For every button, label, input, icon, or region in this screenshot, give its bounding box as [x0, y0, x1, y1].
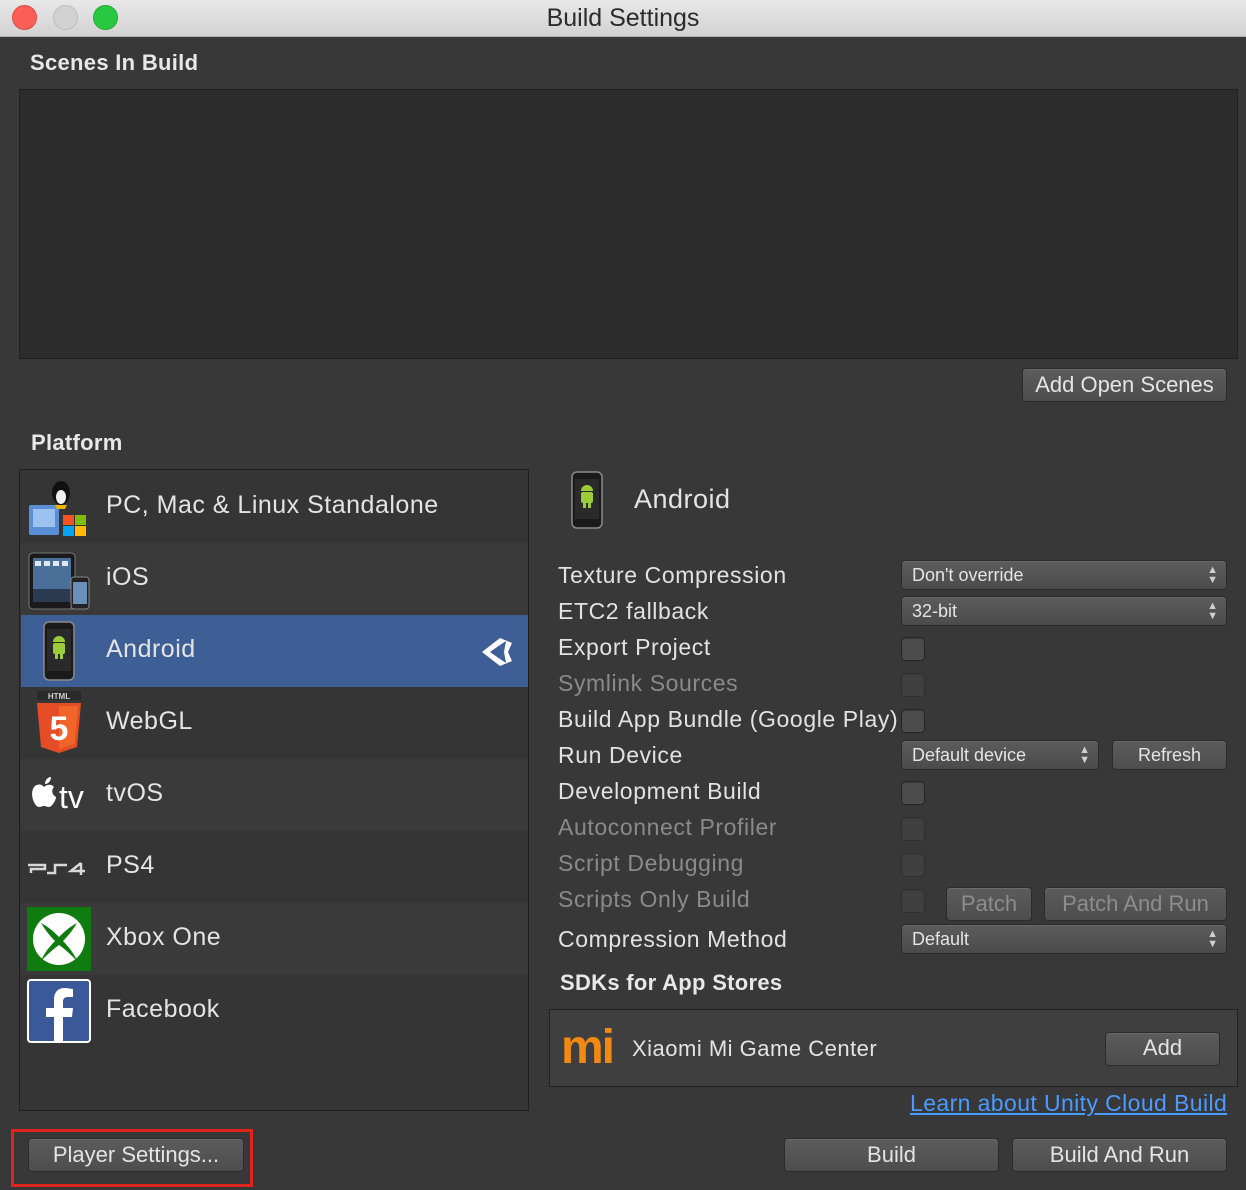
platform-label: Platform [31, 430, 123, 455]
compression-method-label: Compression Method [558, 926, 788, 952]
autoconnect-profiler-label: Autoconnect Profiler [558, 814, 778, 840]
development-build-checkbox[interactable] [901, 781, 925, 805]
dropdown-arrows-icon: ▲ ▼ [1207, 928, 1218, 950]
compression-method-value: Default [912, 929, 970, 949]
add-sdk-button[interactable]: Add [1105, 1032, 1220, 1066]
platform-item-facebook[interactable]: Facebook [21, 975, 528, 1047]
texture-compression-label: Texture Compression [558, 562, 787, 588]
android-phone-icon [43, 621, 75, 681]
ps4-logo-icon [28, 862, 85, 875]
texture-compression-value: Don't override [912, 565, 1024, 585]
xiaomi-sdk-name: Xiaomi Mi Game Center [632, 1036, 878, 1061]
build-app-bundle-label: Build App Bundle (Google Play) [558, 706, 899, 732]
pc-mac-linux-icon [29, 481, 86, 536]
xiaomi-logo-icon: mi [561, 1021, 615, 1074]
android-header-icon [571, 471, 603, 529]
run-device-label: Run Device [558, 742, 683, 768]
patch-button[interactable]: Patch [946, 887, 1032, 921]
autoconnect-profiler-checkbox[interactable] [901, 817, 925, 841]
platform-label-standalone: PC, Mac & Linux Standalone [106, 491, 439, 519]
platform-label-facebook: Facebook [106, 995, 220, 1023]
sdks-label: SDKs for App Stores [560, 970, 783, 995]
platform-label-android: Android [106, 635, 196, 663]
script-debugging-checkbox[interactable] [901, 853, 925, 877]
etc2-fallback-value: 32-bit [912, 601, 958, 621]
development-build-label: Development Build [558, 778, 762, 804]
export-project-checkbox[interactable] [901, 637, 925, 661]
highlight-box [11, 1129, 253, 1187]
dropdown-arrows-icon: ▲ ▼ [1079, 744, 1090, 766]
dropdown-arrows-icon: ▲ ▼ [1207, 564, 1218, 586]
build-button[interactable]: Build [784, 1138, 999, 1172]
svg-text:HTML: HTML [48, 692, 70, 701]
platform-item-ios[interactable]: iOS [21, 543, 528, 615]
platform-label-xbox-one: Xbox One [106, 923, 222, 951]
etc2-fallback-label: ETC2 fallback [558, 598, 709, 624]
platform-item-xbox-one[interactable]: Xbox One [21, 903, 528, 975]
run-device-dropdown[interactable]: Default device ▲ ▼ [901, 740, 1099, 770]
sdk-list: mi Xiaomi Mi Game Center Add [549, 1009, 1238, 1087]
ios-devices-icon [28, 552, 90, 610]
patch-and-run-button[interactable]: Patch And Run [1044, 887, 1227, 921]
export-project-label: Export Project [558, 634, 711, 660]
symlink-sources-label: Symlink Sources [558, 670, 739, 696]
platform-item-tvos[interactable]: tv tvOS [21, 759, 528, 831]
apple-tv-icon: tv [32, 777, 84, 815]
scenes-in-build-label: Scenes In Build [30, 50, 199, 75]
dropdown-arrows-icon: ▲ ▼ [1207, 600, 1218, 622]
symlink-sources-checkbox[interactable] [901, 673, 925, 697]
build-app-bundle-checkbox[interactable] [901, 709, 925, 733]
scripts-only-build-label: Scripts Only Build [558, 886, 751, 912]
svg-text:tv: tv [59, 779, 84, 815]
platform-label-ps4: PS4 [106, 851, 155, 879]
platform-item-android[interactable]: Android [21, 615, 528, 687]
platform-label-tvos: tvOS [106, 779, 164, 807]
compression-method-dropdown[interactable]: Default ▲ ▼ [901, 924, 1227, 954]
scenes-list[interactable] [19, 89, 1238, 359]
unity-logo-icon [482, 638, 512, 666]
xbox-icon [27, 907, 91, 971]
svg-text:5: 5 [50, 710, 69, 748]
android-settings-title: Android [634, 484, 731, 514]
platform-item-standalone[interactable]: PC, Mac & Linux Standalone [21, 471, 528, 543]
title-bar: Build Settings [0, 0, 1246, 37]
platform-item-webgl[interactable]: HTML 5 WebGL [21, 687, 528, 759]
add-open-scenes-button[interactable]: Add Open Scenes [1022, 368, 1227, 402]
scripts-only-build-checkbox[interactable] [901, 889, 925, 913]
facebook-icon [27, 979, 91, 1043]
platform-label-webgl: WebGL [106, 707, 193, 735]
build-and-run-button[interactable]: Build And Run [1012, 1138, 1227, 1172]
html5-icon: HTML 5 [37, 691, 81, 753]
etc2-fallback-dropdown[interactable]: 32-bit ▲ ▼ [901, 596, 1227, 626]
unity-cloud-build-link[interactable]: Learn about Unity Cloud Build [910, 1090, 1227, 1117]
platform-label-ios: iOS [106, 563, 150, 591]
platform-list: PC, Mac & Linux Standalone iOS Android H… [19, 469, 529, 1111]
script-debugging-label: Script Debugging [558, 850, 745, 876]
platform-item-ps4[interactable]: PS4 [21, 831, 528, 903]
refresh-button[interactable]: Refresh [1112, 740, 1227, 770]
texture-compression-dropdown[interactable]: Don't override ▲ ▼ [901, 560, 1227, 590]
window-title: Build Settings [546, 4, 700, 32]
run-device-value: Default device [912, 745, 1027, 765]
